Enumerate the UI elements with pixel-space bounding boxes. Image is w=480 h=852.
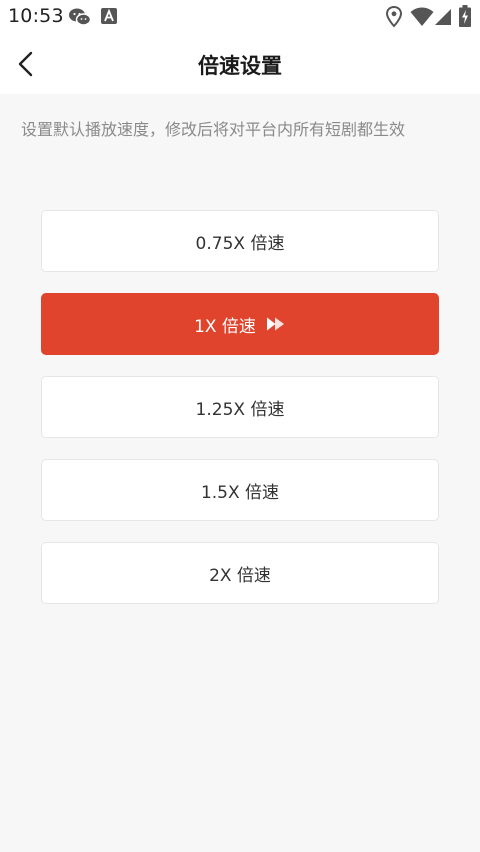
fast-forward-icon bbox=[266, 316, 286, 332]
location-icon bbox=[385, 5, 403, 32]
signal-icon bbox=[434, 8, 452, 30]
a-notification-icon bbox=[101, 8, 117, 28]
speed-option-2x[interactable]: 2X 倍速 bbox=[41, 542, 439, 604]
speed-option-label: 1.25X 倍速 bbox=[195, 399, 285, 420]
header: 倍速设置 bbox=[0, 34, 480, 94]
speed-option-label: 2X 倍速 bbox=[209, 565, 271, 586]
speed-option-1-5x[interactable]: 1.5X 倍速 bbox=[41, 459, 439, 521]
speed-option-0-75x[interactable]: 0.75X 倍速 bbox=[41, 210, 439, 272]
battery-charging-icon bbox=[459, 5, 471, 31]
status-bar: 10:53 bbox=[0, 0, 480, 34]
wechat-icon bbox=[68, 7, 92, 31]
speed-option-label: 0.75X 倍速 bbox=[195, 233, 285, 254]
wifi-icon bbox=[410, 7, 434, 31]
speed-option-1-25x[interactable]: 1.25X 倍速 bbox=[41, 376, 439, 438]
speed-description: 设置默认播放速度，修改后将对平台内所有短剧都生效 bbox=[21, 120, 406, 139]
speed-option-1x[interactable]: 1X 倍速 bbox=[41, 293, 439, 355]
page-title: 倍速设置 bbox=[198, 54, 282, 78]
speed-option-label: 1X 倍速 bbox=[194, 316, 256, 337]
status-time: 10:53 bbox=[8, 5, 64, 27]
speed-option-label: 1.5X 倍速 bbox=[200, 482, 280, 503]
